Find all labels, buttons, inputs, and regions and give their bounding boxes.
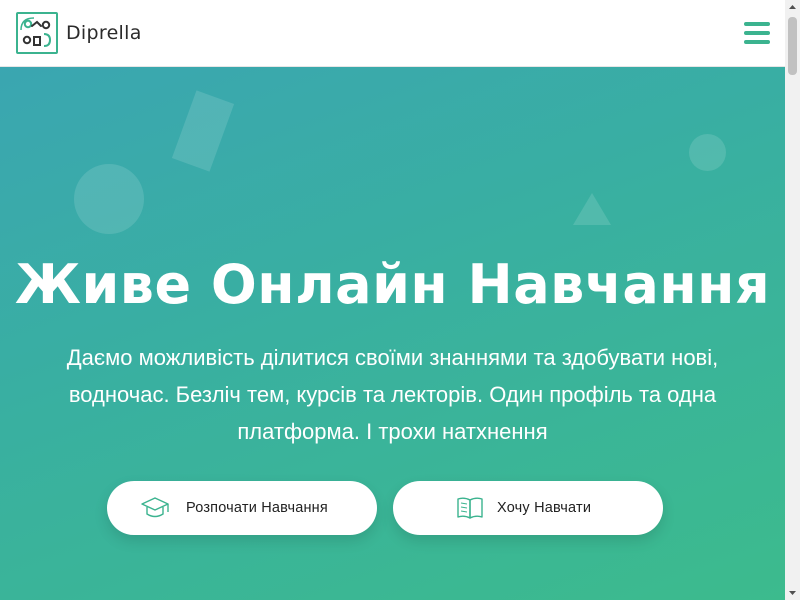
site-header: Diprella: [0, 0, 785, 67]
open-book-icon: [455, 494, 485, 522]
hero-subtitle: Даємо можливість ділитися своїми знанням…: [66, 345, 719, 444]
hero-headline: Живе Онлайн Навчання: [14, 253, 771, 316]
graduation-cap-icon: [140, 494, 170, 522]
scroll-up-arrow-icon[interactable]: [785, 0, 800, 15]
decorative-rectangle-shape: [171, 90, 235, 172]
decorative-triangle-shape: [573, 193, 611, 225]
diprella-logo-icon: [16, 12, 58, 54]
brand-name: Diprella: [66, 22, 142, 44]
vertical-scrollbar[interactable]: [785, 0, 800, 600]
decorative-small-circle-shape: [689, 134, 726, 171]
start-learning-button[interactable]: Розпочати Навчання: [107, 481, 377, 535]
scrollbar-thumb[interactable]: [788, 17, 797, 75]
want-to-teach-label: Хочу Навчати: [497, 500, 592, 516]
decorative-circle-shape: [74, 164, 144, 234]
start-learning-label: Розпочати Навчання: [186, 500, 328, 516]
hamburger-menu-icon[interactable]: [744, 22, 770, 44]
hero-section: Живе Онлайн Навчання Даємо можливість ді…: [0, 67, 785, 600]
want-to-teach-button[interactable]: Хочу Навчати: [393, 481, 663, 535]
page: Diprella Живе Онлайн Навчання Даємо можл…: [0, 0, 785, 600]
logo[interactable]: Diprella: [16, 12, 142, 54]
scroll-down-arrow-icon[interactable]: [785, 585, 800, 600]
